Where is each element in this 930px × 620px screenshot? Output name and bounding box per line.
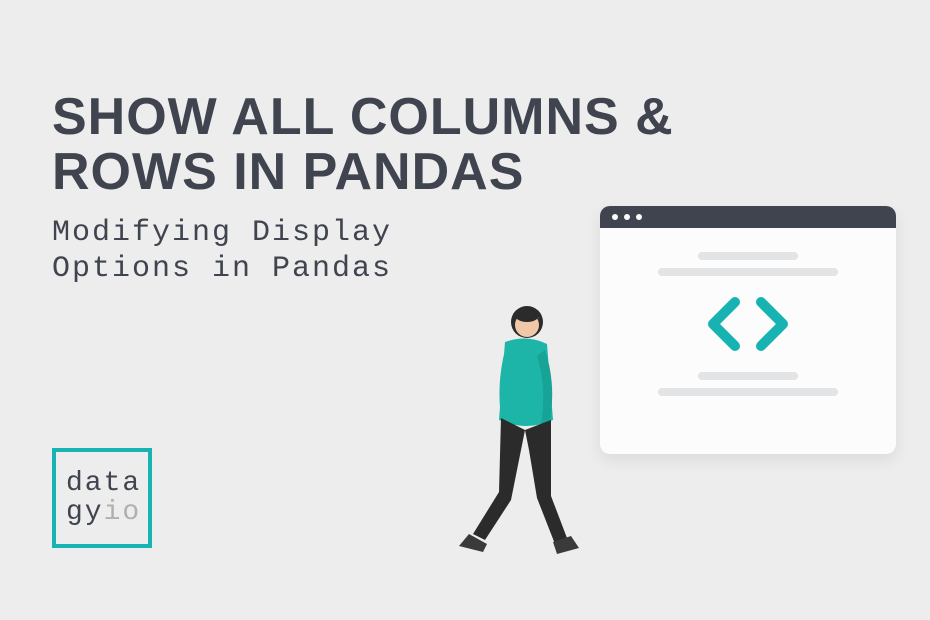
- placeholder-line: [698, 372, 798, 380]
- logo-line-2: gyio: [66, 498, 141, 527]
- placeholder-line: [658, 268, 838, 276]
- code-brackets-icon: [703, 296, 793, 352]
- walking-person-illustration: [455, 300, 585, 560]
- subtitle: Modifying Display Options in Pandas: [52, 215, 492, 287]
- main-title: SHOW ALL COLUMNS & ROWS IN PANDAS: [52, 90, 752, 199]
- window-dot: [624, 214, 630, 220]
- browser-content: [600, 228, 896, 420]
- datagy-logo: data gyio: [52, 448, 152, 548]
- logo-line-1: data: [66, 469, 141, 498]
- window-dot: [636, 214, 642, 220]
- window-dot: [612, 214, 618, 220]
- placeholder-line: [658, 388, 838, 396]
- browser-title-bar: [600, 206, 896, 228]
- text-lines-bottom: [658, 372, 838, 396]
- text-lines-top: [658, 252, 838, 276]
- placeholder-line: [698, 252, 798, 260]
- browser-window-illustration: [600, 206, 896, 454]
